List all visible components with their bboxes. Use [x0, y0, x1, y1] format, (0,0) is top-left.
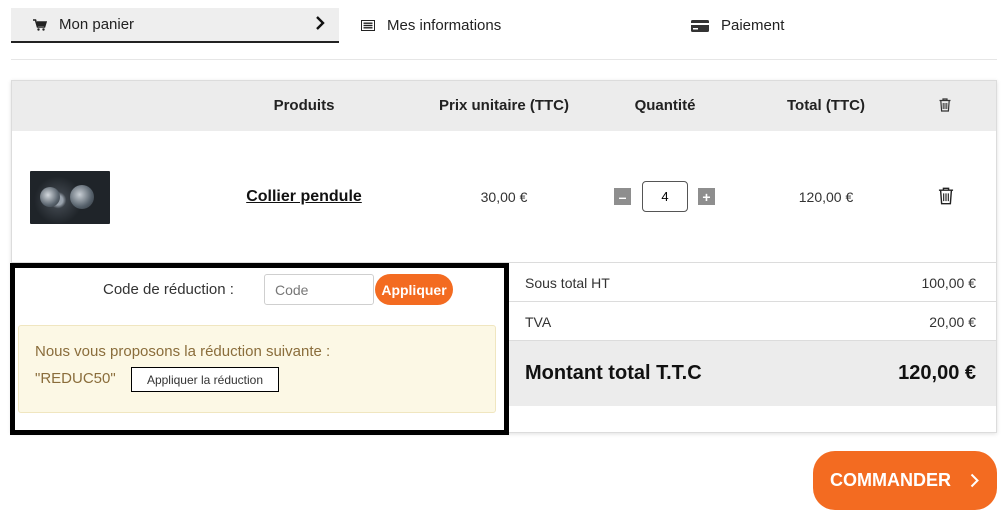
step-payment[interactable]: Paiement: [691, 8, 784, 43]
totals-section: Sous total HT 100,00 € TVA 20,00 € Monta…: [509, 263, 996, 433]
header-quantity: Quantité: [634, 97, 696, 114]
chevron-right-icon: [970, 472, 979, 493]
cart-panel: Produits Prix unitaire (TTC) Quantité To…: [10, 80, 997, 435]
header-total: Total (TTC): [786, 97, 866, 114]
product-name-link[interactable]: Collier pendule: [246, 188, 362, 206]
step-label: Mes informations: [387, 17, 502, 34]
divider: [11, 59, 997, 60]
order-button-label: COMMANDER: [830, 470, 951, 490]
step-cart[interactable]: Mon panier: [11, 8, 339, 43]
apply-code-button[interactable]: Appliquer: [375, 274, 453, 305]
line-total: 120,00 €: [798, 189, 854, 205]
subtotal-row: Sous total HT 100,00 €: [509, 263, 996, 302]
discount-suggestion-alert: Nous vous proposons la réduction suivant…: [18, 325, 496, 413]
subtotal-label: Sous total HT: [525, 275, 610, 291]
quantity-input[interactable]: [642, 181, 688, 212]
tax-label: TVA: [525, 314, 552, 330]
quantity-stepper: – +: [614, 181, 715, 212]
table-header: Produits Prix unitaire (TTC) Quantité To…: [12, 81, 996, 131]
unit-price: 30,00 €: [480, 189, 528, 205]
step-information[interactable]: Mes informations: [361, 8, 501, 43]
trash-icon: [939, 98, 951, 117]
grand-total-value: 120,00 €: [898, 362, 976, 384]
suggestion-text: Nous vous proposons la réduction suivant…: [35, 343, 331, 360]
credit-card-icon: [691, 19, 709, 32]
grand-total-row: Montant total T.T.C 120,00 €: [509, 341, 996, 406]
discount-section: Code de réduction : Appliquer Nous vous …: [10, 263, 509, 435]
increase-quantity-button[interactable]: +: [698, 188, 715, 205]
apply-suggested-discount-button[interactable]: Appliquer la réduction: [131, 367, 279, 392]
suggestion-code: "REDUC50": [35, 370, 116, 387]
cart-icon: [33, 18, 47, 31]
step-label: Mon panier: [59, 16, 135, 33]
step-label: Paiement: [721, 17, 785, 34]
discount-code-input[interactable]: [264, 274, 374, 305]
product-image: [30, 171, 110, 224]
header-unit-price: Prix unitaire (TTC): [438, 97, 570, 114]
grand-total-label: Montant total T.T.C: [525, 362, 702, 384]
tax-value: 20,00 €: [929, 314, 976, 330]
decrease-quantity-button[interactable]: –: [614, 188, 631, 205]
table-row: Collier pendule 30,00 € – + 120,00 €: [12, 131, 996, 263]
header-products: Produits: [273, 97, 335, 114]
subtotal-value: 100,00 €: [921, 275, 977, 291]
checkout-steps: Mon panier Mes informations Paiement: [11, 8, 997, 43]
trash-icon[interactable]: [938, 187, 954, 210]
list-icon: [361, 20, 375, 31]
order-button[interactable]: COMMANDER: [813, 451, 997, 510]
discount-code-label: Code de réduction :: [103, 281, 234, 298]
chevron-right-icon: [315, 15, 325, 35]
tax-row: TVA 20,00 €: [509, 302, 996, 341]
